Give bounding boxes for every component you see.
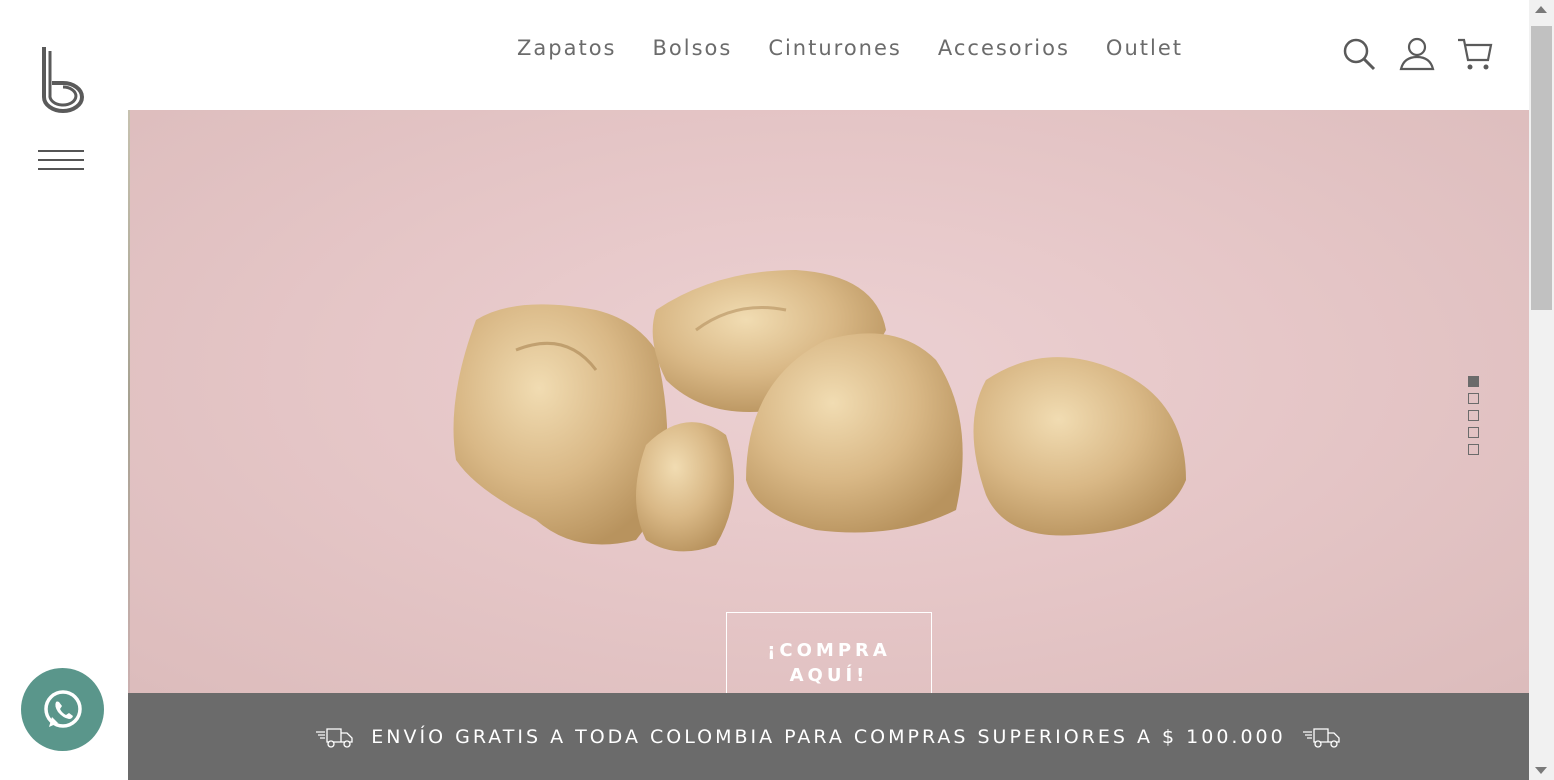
hero-slider: ¡COMPRA AQUÍ!: [128, 110, 1529, 693]
scroll-up-arrow-icon[interactable]: [1535, 6, 1547, 13]
scroll-down-arrow-icon[interactable]: [1535, 767, 1547, 774]
cta-line-2: AQUÍ!: [789, 665, 869, 686]
sidebar: [0, 0, 128, 780]
slide-dot-4[interactable]: [1468, 427, 1479, 438]
buy-here-button[interactable]: ¡COMPRA AQUÍ!: [726, 612, 932, 693]
header-icons: [1341, 36, 1493, 72]
whatsapp-button[interactable]: [21, 668, 104, 751]
slide-dot-2[interactable]: [1468, 393, 1479, 404]
user-icon[interactable]: [1399, 36, 1435, 72]
cta-line-1: ¡COMPRA: [767, 640, 891, 661]
brand-logo[interactable]: [40, 45, 86, 113]
nav-cinturones[interactable]: Cinturones: [768, 36, 902, 60]
shipping-text: ENVÍO GRATIS A TODA COLOMBIA PARA COMPRA…: [371, 725, 1286, 748]
page-scrollbar[interactable]: [1529, 0, 1554, 780]
menu-icon[interactable]: [38, 150, 84, 172]
top-header: Zapatos Bolsos Cinturones Accesorios Out…: [128, 0, 1529, 110]
main-nav: Zapatos Bolsos Cinturones Accesorios Out…: [517, 36, 1219, 60]
slide-dot-5[interactable]: [1468, 444, 1479, 455]
slide-dot-3[interactable]: [1468, 410, 1479, 421]
search-icon[interactable]: [1341, 36, 1377, 72]
hero-edge: [128, 110, 130, 693]
whatsapp-icon: [43, 689, 82, 728]
nav-outlet[interactable]: Outlet: [1106, 36, 1183, 60]
truck-icon: [1302, 727, 1340, 748]
nav-zapatos[interactable]: Zapatos: [517, 36, 616, 60]
slide-dot-1[interactable]: [1468, 376, 1479, 387]
truck-icon: [316, 727, 353, 748]
hero-product-image: [453, 270, 1186, 552]
cart-icon[interactable]: [1457, 36, 1493, 72]
nav-accesorios[interactable]: Accesorios: [938, 36, 1070, 60]
slider-pagination: [1468, 376, 1479, 455]
shipping-banner: ENVÍO GRATIS A TODA COLOMBIA PARA COMPRA…: [128, 693, 1529, 780]
scrollbar-thumb[interactable]: [1531, 26, 1552, 310]
nav-bolsos[interactable]: Bolsos: [652, 36, 732, 60]
